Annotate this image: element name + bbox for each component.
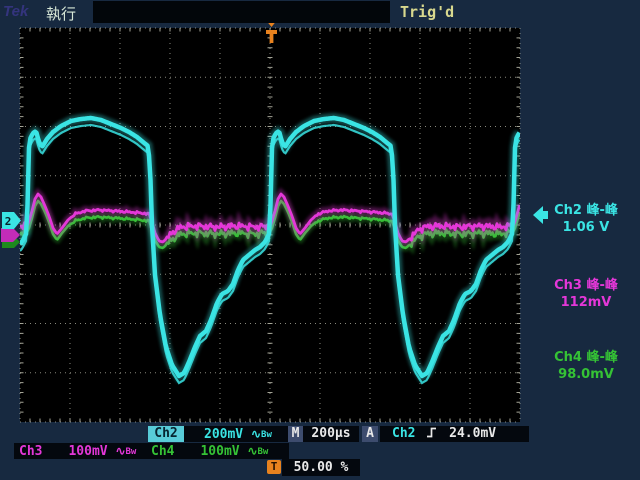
ch3-bandwidth-limit-icon: Bw bbox=[126, 447, 137, 457]
meas-ch4-value: 98.0mV bbox=[534, 366, 638, 383]
ch2-readout-tag: Ch2 bbox=[148, 426, 184, 442]
ch3-ac-coupling-icon: ∿ bbox=[115, 444, 125, 458]
meas-ch2-type: 峰-峰 bbox=[586, 203, 617, 218]
ch4-bandwidth-limit-icon: Bw bbox=[258, 447, 269, 457]
ch3-readout-tag: Ch3 bbox=[19, 444, 42, 459]
horizontal-trigger-icon: T bbox=[267, 460, 281, 474]
record-view-background bbox=[93, 1, 390, 23]
ch4-scale-value: 100mV bbox=[200, 444, 239, 459]
ch2-scale-value: 200mV bbox=[204, 427, 243, 442]
meas-ch3-channel: Ch3 bbox=[554, 278, 582, 293]
ch3-scale-readout: Ch3 100mV ∿Bw bbox=[14, 443, 148, 459]
ch4-readout-tag: Ch4 bbox=[151, 444, 174, 459]
measurement-ch4-pkpk: Ch4 峰-峰 98.0mV bbox=[534, 349, 638, 383]
trigger-mode-tag: A bbox=[362, 426, 378, 442]
meas-ch4-type: 峰-峰 bbox=[586, 350, 617, 365]
ch2-scale-readout: 200mV ∿Bw bbox=[184, 426, 288, 442]
timebase-tag: M bbox=[288, 426, 303, 442]
tek-logo: Tek bbox=[3, 3, 28, 20]
acquisition-status: 執行 bbox=[46, 3, 76, 24]
scope-display: 2 bbox=[0, 0, 640, 480]
rising-edge-icon bbox=[426, 426, 438, 438]
channel-ground-markers: 2 bbox=[1, 212, 21, 248]
ch2-bandwidth-limit-icon: Bw bbox=[261, 430, 272, 440]
meas-ch2-value: 1.06 V bbox=[534, 219, 638, 236]
trigger-level-value: 24.0mV bbox=[449, 426, 496, 441]
ch2-ground-marker-label: 2 bbox=[5, 215, 12, 228]
trigger-status: Trig'd bbox=[400, 3, 454, 21]
meas-ch3-value: 112mV bbox=[534, 294, 638, 311]
measurement-ch3-pkpk: Ch3 峰-峰 112mV bbox=[534, 277, 638, 311]
meas-ch4-channel: Ch4 bbox=[554, 350, 582, 365]
ch4-ac-coupling-icon: ∿ bbox=[247, 444, 257, 458]
trigger-readout: Ch2 24.0mV bbox=[380, 426, 529, 442]
horizontal-position-readout: 50.00 % bbox=[282, 459, 360, 476]
ch4-scale-readout: Ch4 100mV ∿Bw bbox=[148, 443, 289, 459]
oscilloscope-screen: { "colors":{ "ch2":"#3ae4e4","ch3":"#e43… bbox=[0, 0, 640, 480]
ch3-scale-value: 100mV bbox=[68, 444, 107, 459]
trigger-source: Ch2 bbox=[392, 426, 415, 441]
measurement-ch2-pkpk: Ch2 峰-峰 1.06 V bbox=[534, 202, 638, 236]
meas-ch2-channel: Ch2 bbox=[554, 203, 582, 218]
timebase-readout: 200µs bbox=[303, 426, 359, 442]
meas-ch3-type: 峰-峰 bbox=[586, 278, 617, 293]
ch2-ac-coupling-icon: ∿ bbox=[251, 427, 261, 441]
